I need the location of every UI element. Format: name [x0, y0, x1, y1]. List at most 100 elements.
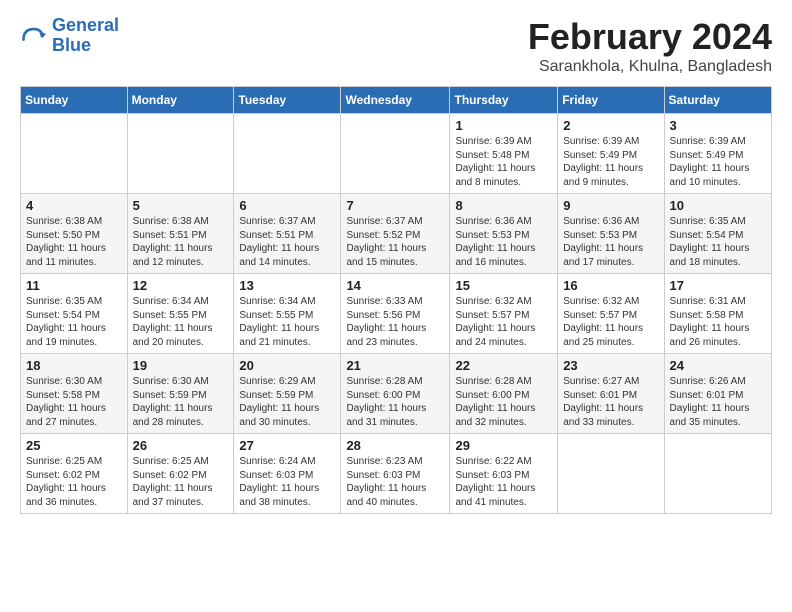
- logo-line2: Blue: [52, 35, 91, 55]
- cell-content: Sunrise: 6:33 AM Sunset: 5:56 PM Dayligh…: [346, 295, 444, 349]
- cell-content: Sunrise: 6:23 AM Sunset: 6:03 PM Dayligh…: [346, 455, 444, 509]
- cell-content: Sunrise: 6:24 AM Sunset: 6:03 PM Dayligh…: [239, 455, 335, 509]
- day-number: 21: [346, 358, 444, 373]
- cell-content: Sunrise: 6:28 AM Sunset: 6:00 PM Dayligh…: [455, 375, 552, 429]
- cell-content: Sunrise: 6:32 AM Sunset: 5:57 PM Dayligh…: [563, 295, 658, 349]
- day-number: 13: [239, 278, 335, 293]
- calendar-week-row: 1 Sunrise: 6:39 AM Sunset: 5:48 PM Daylig…: [21, 114, 772, 194]
- cell-content: Sunrise: 6:35 AM Sunset: 5:54 PM Dayligh…: [670, 215, 766, 269]
- day-number: 29: [455, 438, 552, 453]
- calendar-cell: [558, 434, 664, 514]
- calendar-cell: 22 Sunrise: 6:28 AM Sunset: 6:00 PM Dayli…: [450, 354, 558, 434]
- cell-content: Sunrise: 6:37 AM Sunset: 5:52 PM Dayligh…: [346, 215, 444, 269]
- cell-content: Sunrise: 6:38 AM Sunset: 5:51 PM Dayligh…: [133, 215, 229, 269]
- calendar-cell: 28 Sunrise: 6:23 AM Sunset: 6:03 PM Dayli…: [341, 434, 450, 514]
- calendar-cell: 27 Sunrise: 6:24 AM Sunset: 6:03 PM Dayli…: [234, 434, 341, 514]
- calendar-week-row: 11 Sunrise: 6:35 AM Sunset: 5:54 PM Dayli…: [21, 274, 772, 354]
- day-number: 20: [239, 358, 335, 373]
- day-number: 16: [563, 278, 658, 293]
- day-number: 15: [455, 278, 552, 293]
- location-title: Sarankhola, Khulna, Bangladesh: [528, 58, 772, 76]
- calendar-cell: [127, 114, 234, 194]
- day-number: 26: [133, 438, 229, 453]
- calendar-table: SundayMondayTuesdayWednesdayThursdayFrid…: [20, 86, 772, 514]
- day-of-week-header: Monday: [127, 87, 234, 114]
- cell-content: Sunrise: 6:34 AM Sunset: 5:55 PM Dayligh…: [133, 295, 229, 349]
- cell-content: Sunrise: 6:39 AM Sunset: 5:48 PM Dayligh…: [455, 135, 552, 189]
- calendar-cell: 3 Sunrise: 6:39 AM Sunset: 5:49 PM Daylig…: [664, 114, 771, 194]
- day-number: 28: [346, 438, 444, 453]
- calendar-cell: 24 Sunrise: 6:26 AM Sunset: 6:01 PM Dayli…: [664, 354, 771, 434]
- day-number: 17: [670, 278, 766, 293]
- day-number: 1: [455, 118, 552, 133]
- logo-icon: [20, 22, 48, 50]
- calendar-cell: 8 Sunrise: 6:36 AM Sunset: 5:53 PM Daylig…: [450, 194, 558, 274]
- day-number: 7: [346, 198, 444, 213]
- calendar-cell: 14 Sunrise: 6:33 AM Sunset: 5:56 PM Dayli…: [341, 274, 450, 354]
- day-number: 19: [133, 358, 229, 373]
- logo-text: General Blue: [52, 16, 119, 56]
- cell-content: Sunrise: 6:36 AM Sunset: 5:53 PM Dayligh…: [455, 215, 552, 269]
- day-number: 23: [563, 358, 658, 373]
- day-number: 11: [26, 278, 122, 293]
- cell-content: Sunrise: 6:30 AM Sunset: 5:58 PM Dayligh…: [26, 375, 122, 429]
- day-of-week-header: Wednesday: [341, 87, 450, 114]
- day-of-week-header: Tuesday: [234, 87, 341, 114]
- day-of-week-header: Thursday: [450, 87, 558, 114]
- cell-content: Sunrise: 6:22 AM Sunset: 6:03 PM Dayligh…: [455, 455, 552, 509]
- day-number: 27: [239, 438, 335, 453]
- day-number: 6: [239, 198, 335, 213]
- cell-content: Sunrise: 6:39 AM Sunset: 5:49 PM Dayligh…: [670, 135, 766, 189]
- calendar-cell: 6Sunrise: 6:37 AM Sunset: 5:51 PM Daylig…: [234, 194, 341, 274]
- day-of-week-header: Sunday: [21, 87, 128, 114]
- calendar-cell: 5 Sunrise: 6:38 AM Sunset: 5:51 PM Daylig…: [127, 194, 234, 274]
- day-number: 3: [670, 118, 766, 133]
- calendar-cell: 29 Sunrise: 6:22 AM Sunset: 6:03 PM Dayli…: [450, 434, 558, 514]
- calendar-week-row: 25 Sunrise: 6:25 AM Sunset: 6:02 PM Dayli…: [21, 434, 772, 514]
- day-number: 18: [26, 358, 122, 373]
- day-of-week-header: Saturday: [664, 87, 771, 114]
- calendar-cell: 18 Sunrise: 6:30 AM Sunset: 5:58 PM Dayli…: [21, 354, 128, 434]
- calendar-cell: 10 Sunrise: 6:35 AM Sunset: 5:54 PM Dayli…: [664, 194, 771, 274]
- cell-content: Sunrise: 6:26 AM Sunset: 6:01 PM Dayligh…: [670, 375, 766, 429]
- cell-content: Sunrise: 6:30 AM Sunset: 5:59 PM Dayligh…: [133, 375, 229, 429]
- calendar-cell: 19 Sunrise: 6:30 AM Sunset: 5:59 PM Dayli…: [127, 354, 234, 434]
- cell-content: Sunrise: 6:35 AM Sunset: 5:54 PM Dayligh…: [26, 295, 122, 349]
- cell-content: Sunrise: 6:25 AM Sunset: 6:02 PM Dayligh…: [26, 455, 122, 509]
- calendar-cell: 13 Sunrise: 6:34 AM Sunset: 5:55 PM Dayli…: [234, 274, 341, 354]
- day-number: 25: [26, 438, 122, 453]
- logo-line1: General: [52, 15, 119, 35]
- cell-content: Sunrise: 6:25 AM Sunset: 6:02 PM Dayligh…: [133, 455, 229, 509]
- calendar-cell: [234, 114, 341, 194]
- day-number: 12: [133, 278, 229, 293]
- calendar-cell: 2 Sunrise: 6:39 AM Sunset: 5:49 PM Daylig…: [558, 114, 664, 194]
- calendar-cell: 17Sunrise: 6:31 AM Sunset: 5:58 PM Dayli…: [664, 274, 771, 354]
- day-number: 10: [670, 198, 766, 213]
- calendar-cell: 1 Sunrise: 6:39 AM Sunset: 5:48 PM Daylig…: [450, 114, 558, 194]
- header: General Blue February 2024 Sarankhola, K…: [20, 16, 772, 76]
- day-number: 2: [563, 118, 658, 133]
- calendar-cell: [341, 114, 450, 194]
- logo: General Blue: [20, 16, 119, 56]
- calendar-cell: 12 Sunrise: 6:34 AM Sunset: 5:55 PM Dayli…: [127, 274, 234, 354]
- day-number: 4: [26, 198, 122, 213]
- calendar-body: 1 Sunrise: 6:39 AM Sunset: 5:48 PM Daylig…: [21, 114, 772, 514]
- calendar-cell: 16 Sunrise: 6:32 AM Sunset: 5:57 PM Dayli…: [558, 274, 664, 354]
- calendar-cell: [664, 434, 771, 514]
- calendar-header-row: SundayMondayTuesdayWednesdayThursdayFrid…: [21, 87, 772, 114]
- calendar-cell: 20Sunrise: 6:29 AM Sunset: 5:59 PM Dayli…: [234, 354, 341, 434]
- cell-content: Sunrise: 6:39 AM Sunset: 5:49 PM Dayligh…: [563, 135, 658, 189]
- day-number: 24: [670, 358, 766, 373]
- day-of-week-header: Friday: [558, 87, 664, 114]
- calendar-week-row: 4 Sunrise: 6:38 AM Sunset: 5:50 PM Daylig…: [21, 194, 772, 274]
- day-number: 8: [455, 198, 552, 213]
- day-number: 5: [133, 198, 229, 213]
- cell-content: Sunrise: 6:34 AM Sunset: 5:55 PM Dayligh…: [239, 295, 335, 349]
- calendar-cell: 4 Sunrise: 6:38 AM Sunset: 5:50 PM Daylig…: [21, 194, 128, 274]
- cell-content: Sunrise: 6:32 AM Sunset: 5:57 PM Dayligh…: [455, 295, 552, 349]
- day-number: 22: [455, 358, 552, 373]
- month-title: February 2024: [528, 16, 772, 58]
- day-number: 14: [346, 278, 444, 293]
- cell-content: Sunrise: 6:38 AM Sunset: 5:50 PM Dayligh…: [26, 215, 122, 269]
- calendar-cell: 9Sunrise: 6:36 AM Sunset: 5:53 PM Daylig…: [558, 194, 664, 274]
